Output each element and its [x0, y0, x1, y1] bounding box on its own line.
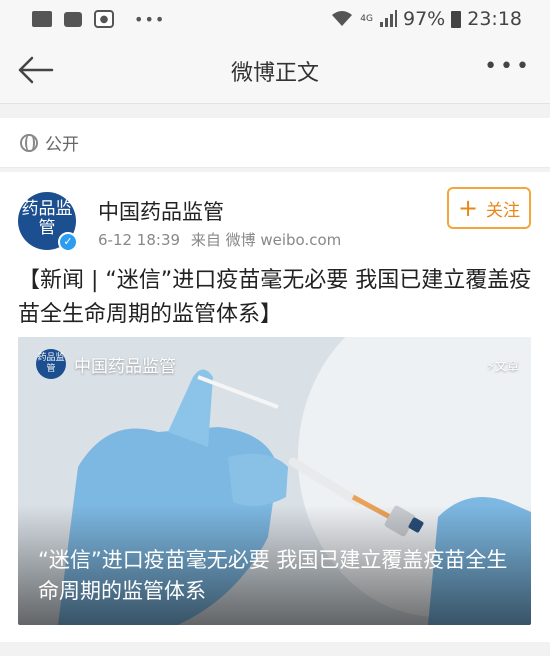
- more-notifications-icon: •••: [134, 9, 166, 29]
- back-arrow-icon[interactable]: [16, 52, 56, 88]
- visibility-label: 公开: [45, 135, 79, 155]
- follow-button[interactable]: + 关注: [447, 187, 531, 229]
- message-icon: [64, 11, 82, 27]
- top-nav-bar: 微博正文 •••: [0, 38, 550, 104]
- plus-icon: +: [457, 194, 479, 222]
- author-name[interactable]: 中国药品监管: [98, 196, 224, 226]
- article-tag-label: 文章: [494, 359, 519, 373]
- more-options-icon[interactable]: •••: [484, 56, 532, 78]
- wifi-icon: [332, 11, 353, 26]
- gallery-icon: [32, 11, 52, 27]
- article-card[interactable]: 药品监管 中国药品监管 ⚡文章 “迷信”进口疫苗毫无必要 我国已建立覆盖疫苗全生…: [18, 337, 531, 625]
- signal-icon: [380, 10, 397, 27]
- post-source: 来自 微博 weibo.com: [190, 231, 342, 249]
- post-text: 【新闻 | “迷信”进口疫苗毫无必要 我国已建立覆盖疫苗全生命周期的监管体系】: [18, 268, 532, 327]
- card-source-name: 中国药品监管: [74, 356, 176, 377]
- card-title: “迷信”进口疫苗毫无必要 我国已建立覆盖疫苗全生命周期的监管体系: [38, 548, 508, 603]
- follow-label: 关注: [486, 200, 521, 221]
- lightning-icon: ⚡: [486, 359, 495, 373]
- visibility-bar: 公开: [0, 118, 550, 168]
- post-meta: 6-12 18:39 来自 微博 weibo.com: [98, 229, 341, 250]
- post-date: 6-12 18:39: [98, 231, 181, 249]
- article-tag: ⚡文章: [487, 357, 519, 374]
- clock: 23:18: [467, 8, 522, 30]
- globe-icon: [20, 133, 38, 152]
- verified-badge-icon: ✓: [58, 232, 78, 252]
- status-bar: ● ••• 4G 97% 23:18: [0, 0, 550, 38]
- card-source-avatar: 药品监管: [36, 349, 66, 379]
- battery-icon: [451, 10, 462, 28]
- battery-percent: 97%: [403, 8, 446, 30]
- paw-app-icon: ●: [94, 10, 114, 28]
- card-header: 药品监管 中国药品监管: [36, 349, 176, 379]
- network-type: 4G: [360, 14, 373, 24]
- status-notifications: ● •••: [32, 10, 165, 29]
- page-title: 微博正文: [230, 60, 319, 86]
- status-right: 4G 97% 23:18: [330, 8, 522, 30]
- weibo-post: 药品监管 ✓ 中国药品监管 6-12 18:39 来自 微博 weibo.com…: [0, 172, 550, 642]
